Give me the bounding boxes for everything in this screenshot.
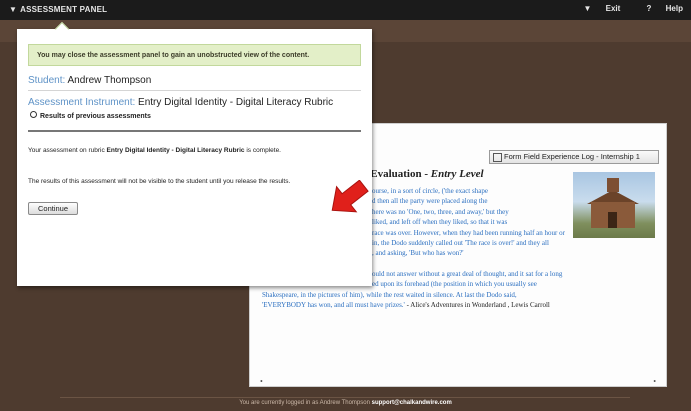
- help-icon: ?: [646, 4, 652, 13]
- instrument-name: Entry Digital Identity - Digital Literac…: [138, 97, 334, 108]
- red-arrow-annotation: [331, 180, 369, 213]
- search-icon: [30, 111, 37, 118]
- help-button[interactable]: ? Help: [635, 4, 683, 13]
- document-title: y Evaluation - Entry Level: [362, 168, 484, 180]
- previous-results-label: Results of previous assessments: [40, 113, 151, 120]
- form-icon: [493, 153, 502, 162]
- instrument-row: Assessment Instrument: Entry Digital Ide…: [28, 97, 333, 108]
- experience-log-button[interactable]: Form Field Experience Log - Internship 1: [489, 150, 659, 164]
- close-panel-notice: You may close the assessment panel to ga…: [28, 44, 361, 66]
- panel-title: ▼ ASSESSMENT PANEL: [9, 5, 107, 14]
- experience-log-label: Form Field Experience Log - Internship 1: [504, 152, 640, 161]
- story-source: - Alice's Adventures in Wonderland , Lew…: [406, 301, 550, 310]
- exit-label: Exit: [605, 4, 621, 13]
- release-note: The results of this assessment will not …: [28, 178, 291, 185]
- support-email-link[interactable]: support@chalkandwire.com: [372, 400, 452, 406]
- continue-button[interactable]: Continue: [28, 202, 78, 215]
- scroll-marker-left: •: [260, 377, 263, 386]
- panel-icon: ▼: [9, 5, 18, 14]
- completion-rubric: Entry Digital Identity - Digital Literac…: [106, 147, 245, 154]
- exit-button[interactable]: ▼ Exit: [571, 4, 620, 13]
- student-label: Student:: [28, 75, 66, 86]
- divider-thick: [28, 130, 361, 132]
- divider: [28, 90, 361, 91]
- previous-results-link[interactable]: Results of previous assessments: [30, 111, 151, 120]
- assessment-panel: You may close the assessment panel to ga…: [17, 21, 372, 286]
- footer-login-text: You are currently logged in as Andrew Th…: [239, 400, 370, 406]
- student-row: Student: Andrew Thompson: [28, 75, 151, 86]
- toolbar-actions: ▼ Exit ? Help: [559, 4, 683, 13]
- story-quote-line: 'EVERYBODY has won, and all must have pr…: [262, 300, 656, 310]
- story-quote: 'EVERYBODY has won, and all must have pr…: [262, 301, 405, 310]
- exit-icon: ▼: [583, 4, 592, 13]
- student-name: Andrew Thompson: [67, 75, 152, 86]
- footer: You are currently logged in as Andrew Th…: [0, 400, 691, 406]
- panel-title-text: ASSESSMENT PANEL: [20, 5, 108, 14]
- help-label: Help: [665, 4, 683, 13]
- completion-message: Your assessment on rubric Entry Digital …: [28, 147, 281, 154]
- completion-prefix: Your assessment on rubric: [28, 147, 105, 154]
- arrow-shape: [331, 180, 369, 213]
- top-toolbar: ▼ ASSESSMENT PANEL ▼ Exit ? Help: [0, 0, 691, 20]
- completion-suffix: is complete.: [246, 147, 281, 154]
- title-prefix: y Evaluation -: [362, 168, 431, 180]
- story-line: Shakespeare, in the pictures of him), wh…: [262, 290, 517, 299]
- title-level: Entry Level: [430, 168, 484, 180]
- instrument-label: Assessment Instrument:: [28, 97, 136, 108]
- footer-divider: [60, 397, 630, 398]
- scroll-marker-right: •: [653, 377, 656, 386]
